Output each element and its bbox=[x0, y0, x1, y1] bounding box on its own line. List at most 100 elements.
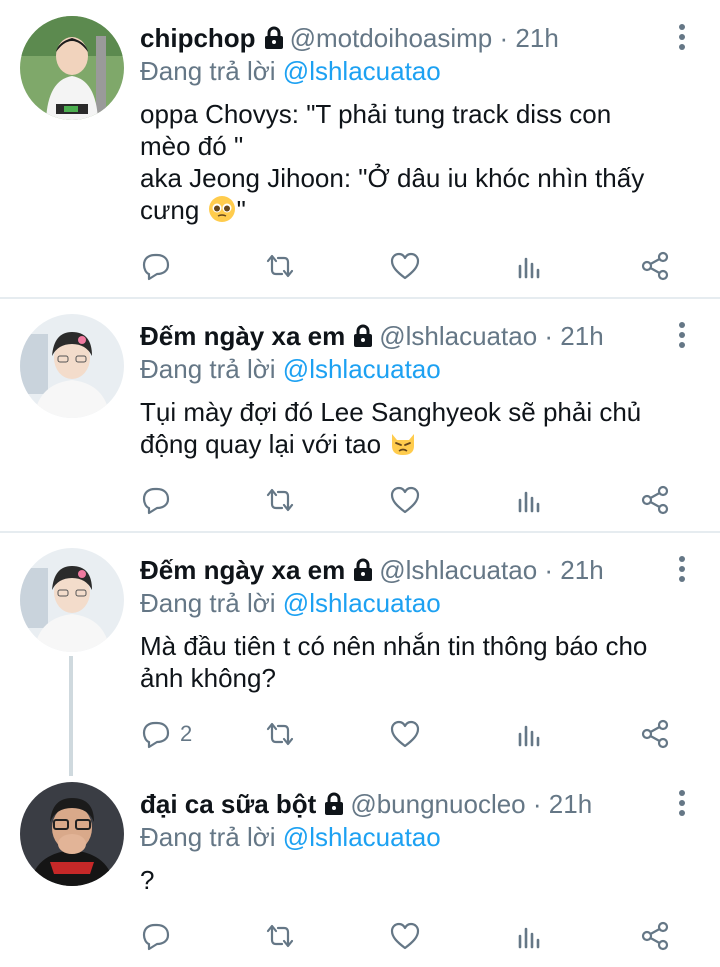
mention-link[interactable]: @lshlacuatao bbox=[283, 56, 441, 86]
lock-icon bbox=[264, 26, 283, 49]
retweet-button[interactable] bbox=[264, 916, 296, 956]
reply-button[interactable] bbox=[140, 246, 180, 286]
analytics-button[interactable] bbox=[513, 916, 545, 956]
tweet-header: Đếm ngày xa em @lshlacuatao · 21h bbox=[140, 318, 660, 354]
tweet-text-line: mèo đó " bbox=[140, 131, 244, 161]
separator-dot: · bbox=[544, 555, 554, 585]
share-button[interactable] bbox=[639, 714, 671, 754]
share-button[interactable] bbox=[639, 246, 671, 286]
reply-icon bbox=[142, 721, 170, 749]
timestamp[interactable]: 21h bbox=[515, 23, 558, 53]
tweet-text-line: Tụi mày đợi đó Lee Sanghyeok sẽ phải chủ bbox=[140, 397, 642, 427]
like-button[interactable] bbox=[389, 916, 421, 956]
reply-feed: chipchop @motdoihoasimp · 21h Đang trả lờ… bbox=[0, 0, 720, 967]
share-icon bbox=[641, 485, 669, 515]
like-icon bbox=[390, 486, 420, 514]
avatar[interactable] bbox=[20, 782, 124, 886]
tweet-text-line: ảnh không? bbox=[140, 663, 276, 693]
reply-button[interactable] bbox=[140, 916, 180, 956]
reply-button[interactable] bbox=[140, 480, 180, 520]
tweet-text-fragment: động quay lại với tao bbox=[140, 429, 389, 459]
tweet-actions bbox=[140, 246, 680, 286]
retweet-icon bbox=[266, 254, 294, 278]
lock-icon bbox=[354, 558, 373, 581]
like-icon bbox=[390, 252, 420, 280]
tweet-text-line: aka Jeong Jihoon: "Ở dâu iu khóc nhìn th… bbox=[140, 163, 645, 193]
display-name[interactable]: chipchop bbox=[140, 23, 256, 53]
separator-dot: · bbox=[499, 23, 509, 53]
tweet[interactable]: đại ca sữa bột @bungnuocleo · 21h Đang tr… bbox=[0, 766, 720, 967]
tweet-text-line: cưng " bbox=[140, 194, 700, 226]
timestamp[interactable]: 21h bbox=[549, 789, 592, 819]
tweet[interactable]: Đếm ngày xa em @lshlacuatao · 21h Đang tr… bbox=[0, 532, 720, 776]
tweet-text: oppa Chovys: "T phải tung track diss con… bbox=[140, 98, 700, 226]
tweet-text: Mà đầu tiên t có nên nhắn tin thông báo … bbox=[140, 630, 700, 694]
share-button[interactable] bbox=[639, 480, 671, 520]
timestamp[interactable]: 21h bbox=[560, 321, 603, 351]
user-handle[interactable]: @lshlacuatao bbox=[379, 555, 537, 585]
thread-line bbox=[69, 656, 73, 776]
display-name[interactable]: Đếm ngày xa em bbox=[140, 321, 345, 351]
lock-icon bbox=[354, 324, 373, 347]
replying-to-label: Đang trả lời bbox=[140, 354, 276, 384]
replying-to-label: Đang trả lời bbox=[140, 56, 276, 86]
tweet-actions: 2 bbox=[140, 714, 680, 754]
timestamp[interactable]: 21h bbox=[560, 555, 603, 585]
share-icon bbox=[641, 921, 669, 951]
avatar[interactable] bbox=[20, 16, 124, 120]
tweet-actions bbox=[140, 916, 680, 956]
tweet-text-line: ? bbox=[140, 865, 155, 895]
retweet-button[interactable] bbox=[264, 246, 296, 286]
more-options-icon[interactable] bbox=[674, 554, 690, 584]
like-button[interactable] bbox=[389, 246, 421, 286]
more-options-icon[interactable] bbox=[674, 320, 690, 350]
mention-link[interactable]: @lshlacuatao bbox=[283, 822, 441, 852]
analytics-icon bbox=[518, 927, 540, 949]
like-button[interactable] bbox=[389, 480, 421, 520]
tweet-text: ? bbox=[140, 864, 700, 896]
mention-link[interactable]: @lshlacuatao bbox=[283, 354, 441, 384]
replying-to-label: Đang trả lời bbox=[140, 822, 276, 852]
retweet-button[interactable] bbox=[264, 714, 296, 754]
avatar[interactable] bbox=[20, 548, 124, 652]
user-handle[interactable]: @bungnuocleo bbox=[350, 789, 525, 819]
mention-link[interactable]: @lshlacuatao bbox=[283, 588, 441, 618]
share-icon bbox=[641, 251, 669, 281]
lock-icon bbox=[325, 792, 344, 815]
like-button[interactable] bbox=[389, 714, 421, 754]
tweet-text-line: Mà đầu tiên t có nên nhắn tin thông báo … bbox=[140, 631, 648, 661]
reply-button[interactable]: 2 bbox=[140, 714, 192, 754]
avatar[interactable] bbox=[20, 314, 124, 418]
share-icon bbox=[641, 719, 669, 749]
replying-to-label: Đang trả lời bbox=[140, 588, 276, 618]
tweet-header: chipchop @motdoihoasimp · 21h bbox=[140, 20, 660, 56]
analytics-icon bbox=[518, 725, 540, 747]
tweet-text-fragment: cưng bbox=[140, 195, 207, 225]
user-handle[interactable]: @lshlacuatao bbox=[379, 321, 537, 351]
analytics-button[interactable] bbox=[513, 480, 545, 520]
like-icon bbox=[390, 922, 420, 950]
retweet-icon bbox=[266, 924, 294, 948]
analytics-icon bbox=[518, 257, 540, 279]
share-button[interactable] bbox=[639, 916, 671, 956]
user-handle[interactable]: @motdoihoasimp bbox=[290, 23, 493, 53]
display-name[interactable]: đại ca sữa bột bbox=[140, 789, 316, 819]
tweet-actions bbox=[140, 480, 680, 520]
reply-icon bbox=[142, 487, 170, 515]
display-name[interactable]: Đếm ngày xa em bbox=[140, 555, 345, 585]
replying-to: Đang trả lời @lshlacuatao bbox=[140, 820, 441, 854]
tweet[interactable]: chipchop @motdoihoasimp · 21h Đang trả lờ… bbox=[0, 0, 720, 298]
analytics-button[interactable] bbox=[513, 246, 545, 286]
tweet-text: Tụi mày đợi đó Lee Sanghyeok sẽ phải chủ… bbox=[140, 396, 700, 460]
more-options-icon[interactable] bbox=[674, 788, 690, 818]
replying-to: Đang trả lời @lshlacuatao bbox=[140, 352, 441, 386]
replying-to: Đang trả lời @lshlacuatao bbox=[140, 54, 441, 88]
separator-dot: · bbox=[532, 789, 542, 819]
analytics-button[interactable] bbox=[513, 714, 545, 754]
more-options-icon[interactable] bbox=[674, 22, 690, 52]
tweet-header: đại ca sữa bột @bungnuocleo · 21h bbox=[140, 786, 660, 822]
pouting-cat-emoji bbox=[392, 434, 415, 455]
retweet-button[interactable] bbox=[264, 480, 296, 520]
retweet-icon bbox=[266, 488, 294, 512]
tweet[interactable]: Đếm ngày xa em @lshlacuatao · 21h Đang tr… bbox=[0, 298, 720, 532]
